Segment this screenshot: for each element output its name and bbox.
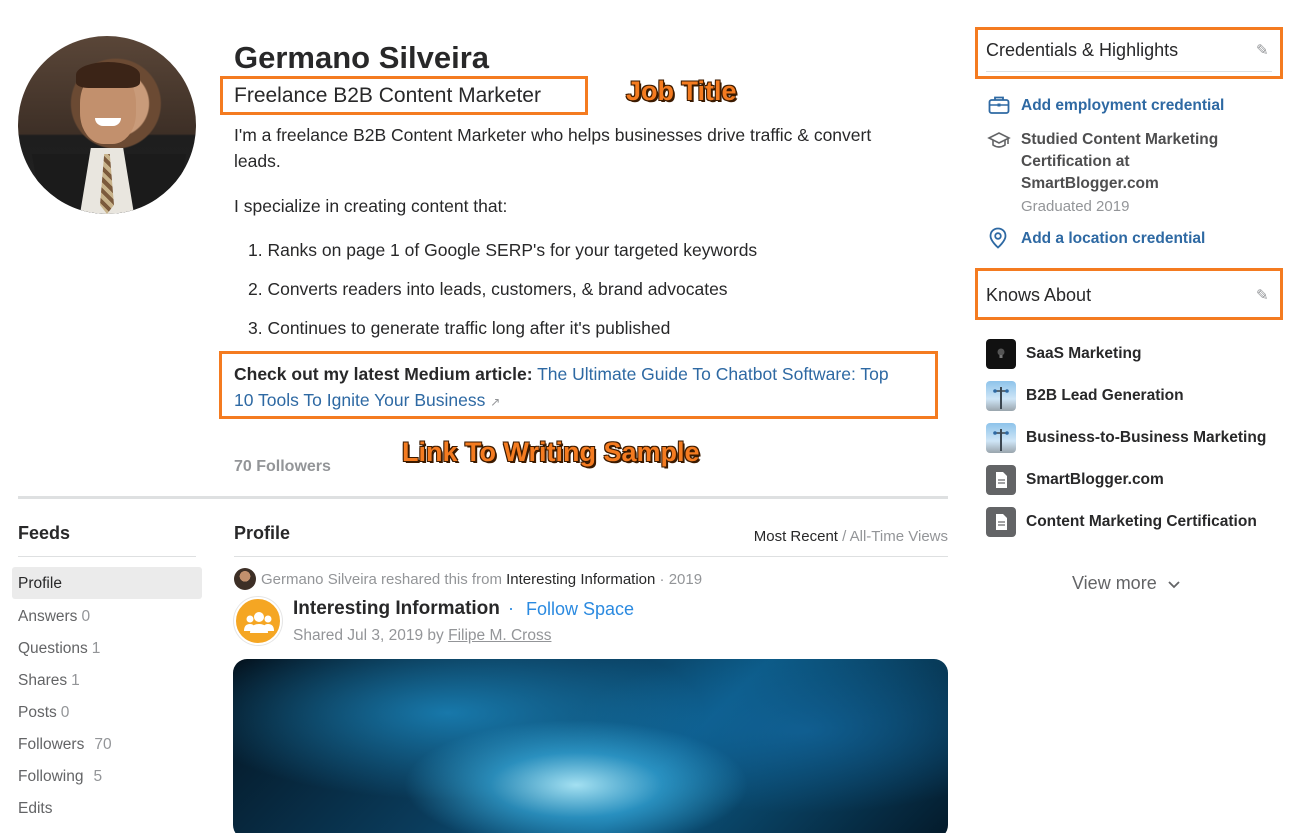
nav-label: Shares: [18, 672, 68, 689]
medium-article-link[interactable]: 10 Tools To Ignite Your Business: [234, 390, 485, 410]
writing-sample-annotation: Link To Writing Sample: [402, 437, 700, 467]
nav-count: 1: [91, 640, 101, 657]
graduation-cap-icon: [987, 131, 1011, 156]
nav-item-edits[interactable]: Edits: [12, 792, 202, 824]
medium-article: Check out my latest Medium article: The …: [234, 361, 889, 387]
topic-label: SmartBlogger.com: [1026, 471, 1164, 488]
credentials-underline: [986, 71, 1272, 72]
education-line: Studied Content Marketing: [1021, 131, 1219, 148]
education-line: SmartBlogger.com: [1021, 175, 1159, 192]
chevron-down-icon: [1168, 573, 1180, 594]
profile-name: Germano Silveira: [234, 40, 490, 75]
topic-photo-icon: [986, 381, 1016, 411]
nav-item-questions[interactable]: Questions 1: [12, 632, 202, 664]
nav-label: Following: [18, 768, 84, 785]
nav-label: Profile: [18, 575, 62, 592]
edit-pencil-icon[interactable]: ✎: [1256, 286, 1269, 304]
nav-item-answers[interactable]: Answers 0: [12, 600, 202, 632]
bio-line: leads.: [234, 151, 281, 171]
nav-label: Answers: [18, 608, 78, 625]
bulb-icon: [986, 339, 1016, 369]
follow-space-button[interactable]: Follow Space: [526, 599, 634, 620]
reshare-user[interactable]: Germano Silveira: [261, 571, 377, 588]
topic-smartblogger[interactable]: SmartBlogger.com: [986, 465, 1286, 495]
reshare-avatar[interactable]: [234, 568, 256, 590]
topic-label: B2B Lead Generation: [1026, 387, 1184, 404]
space-title[interactable]: Interesting Information: [293, 598, 500, 620]
location-pin-icon: [989, 227, 1007, 254]
briefcase-icon: [988, 95, 1010, 120]
topic-saas-marketing[interactable]: SaaS Marketing: [986, 339, 1286, 369]
topic-label: Content Marketing Certification: [1026, 513, 1257, 530]
feeds-divider: [18, 556, 196, 557]
graduated-year: Graduated 2019: [1021, 198, 1130, 215]
medium-prefix: Check out my latest Medium article:: [234, 364, 533, 384]
topic-content-marketing-certification[interactable]: Content Marketing Certification: [986, 507, 1286, 537]
medium-article-line2: 10 Tools To Ignite Your Business ↗: [234, 387, 500, 415]
reshare-year: · 2019: [655, 571, 703, 588]
nav-label: Posts: [18, 704, 57, 721]
space-group-icon[interactable]: [234, 597, 282, 645]
credentials-title: Credentials & Highlights: [986, 40, 1179, 60]
reshare-space-link[interactable]: Interesting Information: [506, 571, 655, 588]
sort-all-time-views[interactable]: All-Time Views: [850, 528, 948, 545]
view-more-label: View more: [1072, 573, 1157, 593]
nav-item-followers[interactable]: Followers 70: [12, 728, 202, 760]
nav-label: Edits: [18, 800, 53, 817]
nav-count: 0: [81, 608, 91, 625]
edit-pencil-icon[interactable]: ✎: [1256, 41, 1269, 59]
job-title[interactable]: Freelance B2B Content Marketer: [234, 84, 541, 108]
add-employment-credential-link[interactable]: Add employment credential: [1021, 97, 1224, 115]
post-hero-image[interactable]: [233, 659, 948, 833]
document-icon: [986, 507, 1016, 537]
bio-list-item: 2. Converts readers into leads, customer…: [248, 279, 728, 299]
topic-label: Business-to-Business Marketing: [1026, 429, 1267, 446]
topic-b2b-lead-generation[interactable]: B2B Lead Generation: [986, 381, 1286, 411]
document-icon: [986, 465, 1016, 495]
nav-item-shares[interactable]: Shares 1: [12, 664, 202, 696]
bio-list-item: 1. Ranks on page 1 of Google SERP's for …: [248, 240, 758, 260]
add-location-credential-link[interactable]: Add a location credential: [1021, 230, 1205, 248]
feed-sort: Most Recent / All-Time Views: [754, 528, 948, 545]
topic-label: SaaS Marketing: [1026, 345, 1142, 362]
sort-most-recent[interactable]: Most Recent: [754, 528, 838, 545]
external-link-icon: ↗: [490, 395, 501, 409]
sort-separator: /: [837, 528, 850, 545]
nav-item-profile[interactable]: Profile: [12, 567, 202, 599]
nav-count: 70: [94, 736, 112, 753]
nav-label: Questions: [18, 640, 88, 657]
profile-avatar[interactable]: [18, 36, 196, 214]
dot-separator: ·: [508, 598, 514, 618]
section-divider: [18, 496, 948, 499]
job-title-annotation: Job Title: [626, 76, 737, 106]
view-more-button[interactable]: View more: [1072, 573, 1180, 594]
feed-title: Profile: [234, 523, 291, 543]
bio-list-item: 3. Continues to generate traffic long af…: [248, 318, 671, 338]
education-line: Certification at: [1021, 153, 1130, 170]
shared-prefix: Shared Jul 3, 2019 by: [293, 627, 449, 644]
nav-item-following[interactable]: Following 5: [12, 760, 202, 792]
feed-divider: [234, 556, 948, 557]
followers-count[interactable]: 70 Followers: [234, 458, 331, 476]
nav-label: Followers: [18, 736, 85, 753]
feeds-title: Feeds: [18, 523, 71, 543]
reshare-line: Germano Silveira reshared this from Inte…: [261, 571, 702, 588]
medium-article-link[interactable]: The Ultimate Guide To Chatbot Software: …: [537, 364, 889, 384]
reshare-text: reshared this from: [376, 571, 507, 588]
bio-intro: I specialize in creating content that:: [234, 196, 508, 216]
nav-item-posts[interactable]: Posts 0: [12, 696, 202, 728]
topic-photo-icon: [986, 423, 1016, 453]
nav-count: 0: [60, 704, 70, 721]
nav-count: 1: [71, 672, 80, 689]
shared-line: Shared Jul 3, 2019 by Filipe M. Cross: [293, 627, 551, 645]
shared-by-link[interactable]: Filipe M. Cross: [448, 627, 551, 644]
bio-line: I'm a freelance B2B Content Marketer who…: [234, 125, 872, 145]
topic-business-to-business-marketing[interactable]: Business-to-Business Marketing: [986, 423, 1286, 453]
nav-count: 5: [93, 768, 103, 785]
knows-about-title: Knows About: [986, 285, 1092, 305]
